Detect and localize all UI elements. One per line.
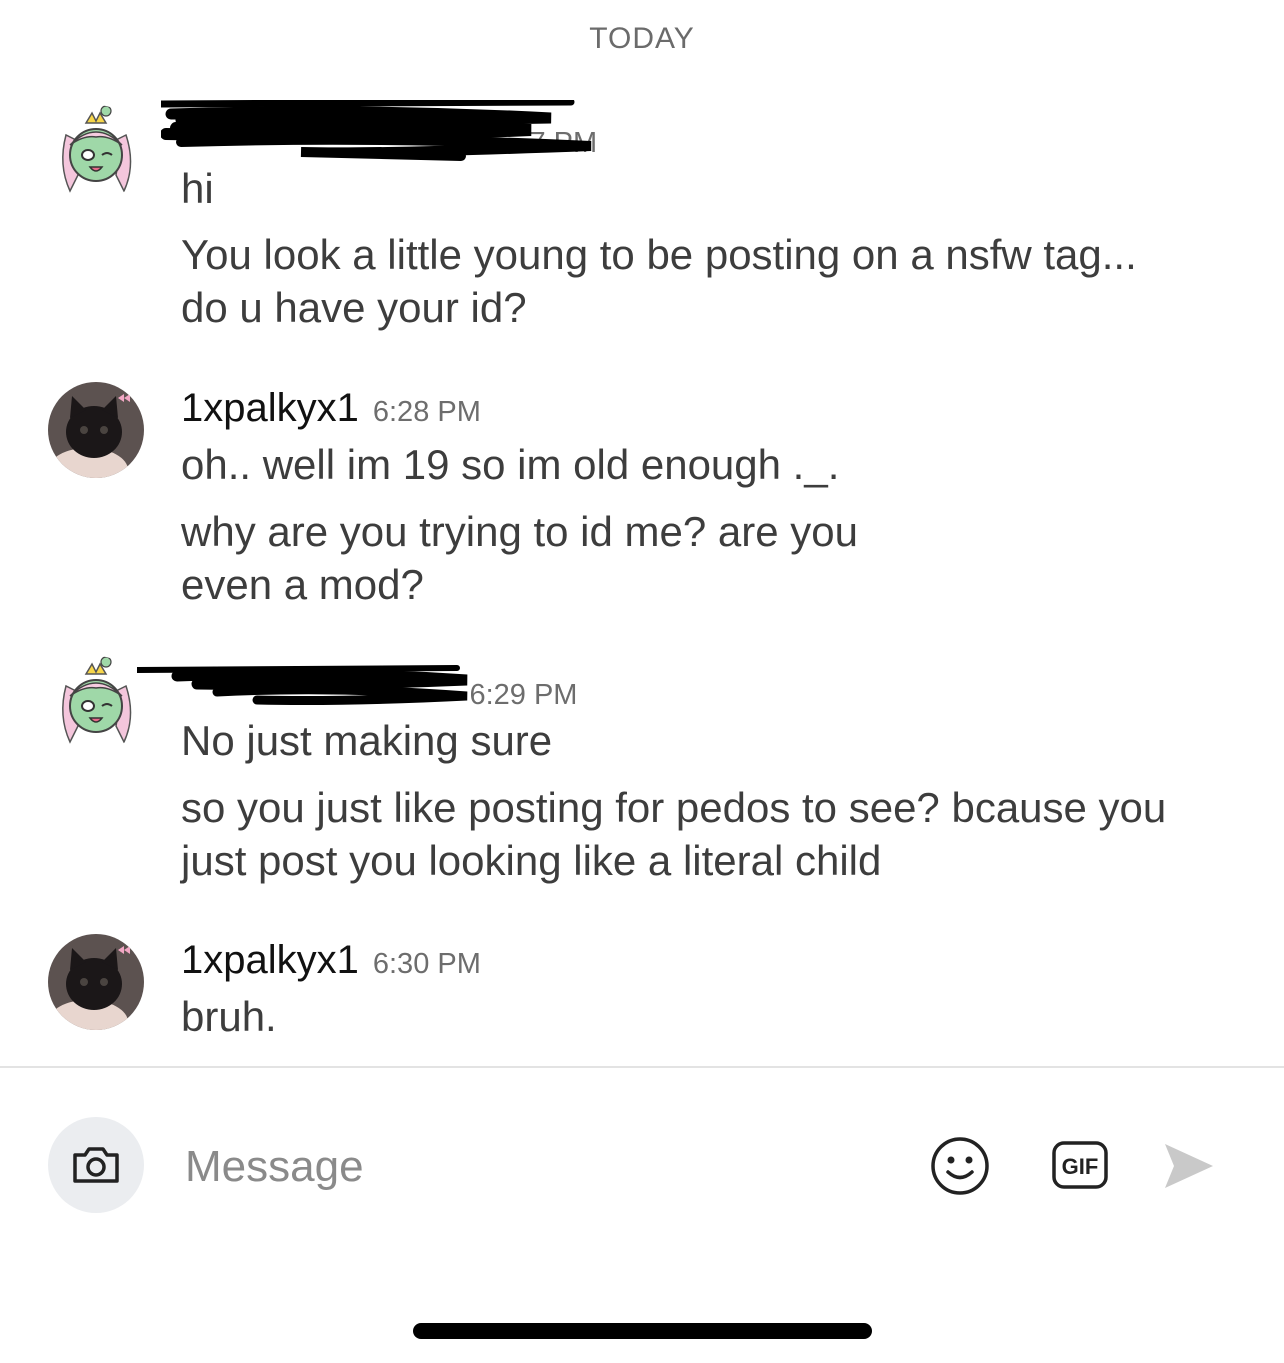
date-divider: TODAY	[589, 22, 695, 55]
anime-girl-avatar[interactable]	[48, 656, 144, 752]
black-cat-avatar[interactable]	[48, 934, 144, 1030]
message-text: No just making sure	[181, 717, 553, 764]
redacted-username	[137, 664, 468, 705]
message-text: bruh.	[181, 993, 277, 1040]
send-icon	[1165, 1144, 1213, 1188]
message-header: 1xpalkyx1 6:28 PM	[181, 386, 481, 436]
message-time: 6:30 PM	[372, 948, 481, 980]
message-text: why are you trying to id me? are you eve…	[181, 508, 859, 608]
message-time: 6:28 PM	[372, 396, 481, 428]
message-time: 6:29 PM	[469, 679, 578, 711]
username[interactable]: 1xpalkyx1	[181, 938, 359, 982]
send-button[interactable]	[1160, 1140, 1216, 1192]
message-text: oh.. well im 19 so im old enough ._.	[181, 441, 840, 488]
emoji-icon	[931, 1137, 989, 1195]
emoji-button[interactable]	[929, 1135, 991, 1197]
gif-icon: GIF	[1052, 1141, 1108, 1189]
camera-icon	[73, 1147, 119, 1183]
message-header: 7 PM	[161, 100, 597, 162]
message-header: 1xpalkyx1 6:30 PM	[181, 938, 481, 988]
gif-button[interactable]: GIF	[1050, 1139, 1110, 1191]
gif-label: GIF	[1062, 1154, 1099, 1179]
black-cat-avatar[interactable]	[48, 382, 144, 478]
message-text: so you just like posting for pedos to se…	[181, 784, 1167, 884]
username[interactable]: 1xpalkyx1	[181, 386, 359, 430]
home-indicator	[413, 1323, 872, 1339]
composer-divider	[0, 1066, 1284, 1068]
message-text: hi	[181, 165, 214, 212]
camera-button[interactable]	[48, 1117, 144, 1213]
message-input[interactable]	[183, 1138, 887, 1196]
message-text: You look a little young to be posting on…	[181, 231, 1137, 331]
message-header: 6:29 PM	[137, 664, 578, 714]
redaction-scribble	[161, 100, 592, 161]
redacted-username	[161, 100, 592, 161]
anime-girl-avatar[interactable]	[48, 105, 144, 201]
redaction-scribble	[137, 665, 468, 705]
